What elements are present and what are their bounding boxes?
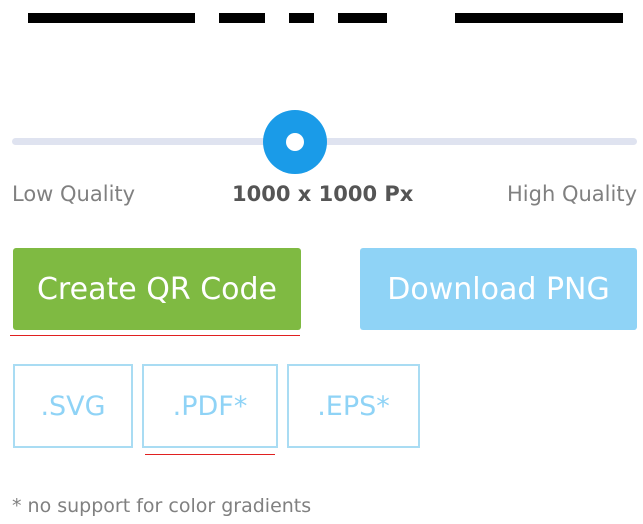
create-button-underline — [10, 335, 300, 336]
create-qr-code-button[interactable]: Create QR Code — [13, 248, 301, 330]
gradient-support-footnote: * no support for color gradients — [12, 495, 312, 517]
low-quality-label: Low Quality — [12, 182, 136, 206]
redacted-header-text — [219, 13, 265, 23]
pdf-button-underline — [145, 454, 275, 455]
redacted-header-text — [289, 13, 314, 23]
redacted-header-text — [455, 13, 623, 23]
high-quality-label: High Quality — [507, 182, 637, 206]
slider-thumb-dot — [286, 133, 304, 151]
download-pdf-button[interactable]: .PDF* — [142, 364, 278, 448]
size-readout: 1000 x 1000 Px — [232, 182, 414, 206]
download-png-button[interactable]: Download PNG — [360, 248, 637, 330]
download-eps-button[interactable]: .EPS* — [287, 364, 420, 448]
redacted-header-text — [338, 13, 387, 23]
quality-slider-thumb[interactable] — [263, 110, 327, 174]
redacted-header-text — [28, 13, 195, 23]
download-svg-button[interactable]: .SVG — [13, 364, 133, 448]
